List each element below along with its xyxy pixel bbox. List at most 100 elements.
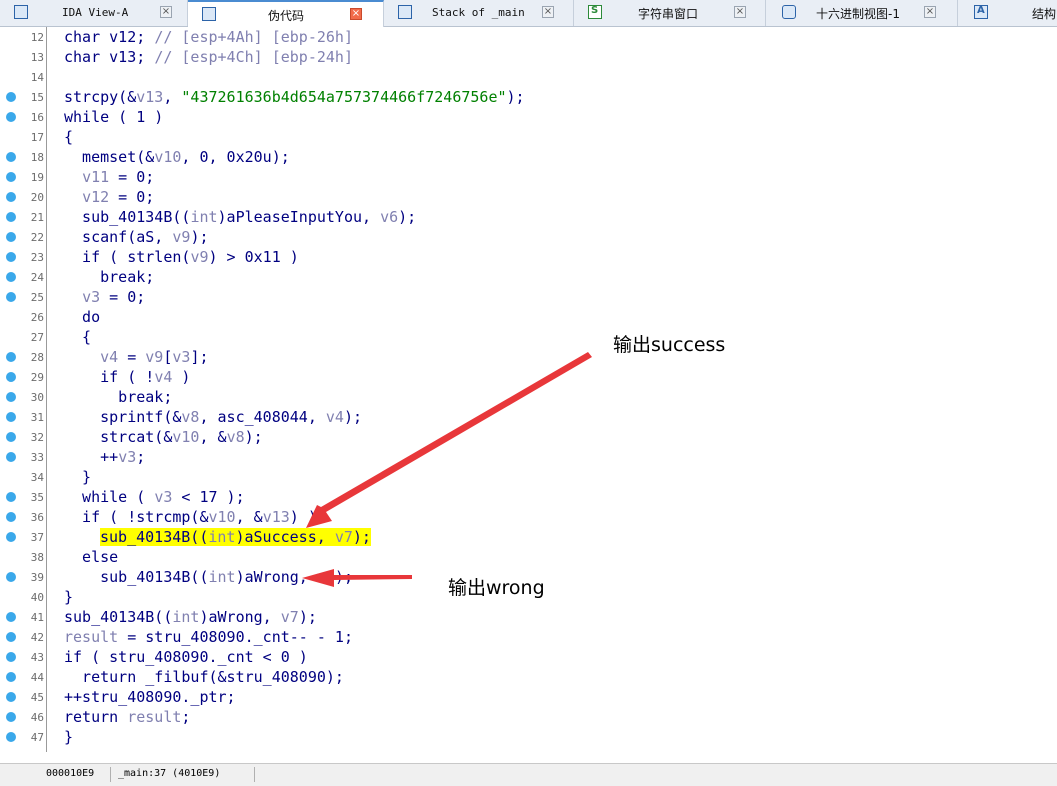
code-line[interactable]: 46 return result; (0, 707, 1057, 727)
breakpoint-marker[interactable] (6, 392, 16, 402)
code-line[interactable]: 30 break; (0, 387, 1057, 407)
code-line[interactable]: 37 sub_40134B((int)aSuccess, v7); (0, 527, 1057, 547)
line-number: 19 (30, 171, 44, 184)
code-identifier: v4 (100, 348, 119, 366)
annotation-success-label: 输出success (613, 334, 726, 356)
code-line[interactable]: 24 break; (0, 267, 1057, 287)
breakpoint-marker[interactable] (6, 652, 16, 662)
breakpoint-marker[interactable] (6, 572, 16, 582)
code-identifier: v10 (208, 508, 236, 526)
tab-pseudocode[interactable]: 伪代码 × (188, 0, 384, 27)
code-line[interactable]: 36 if ( !strcmp(&v10, &v13) ) (0, 507, 1057, 527)
pseudocode-view[interactable]: 12 char v12; // [esp+4Ah] [ebp-26h] 13 char… (0, 27, 1057, 762)
code-line[interactable]: 15 strcpy(&v13, "437261636b4d654a75737446… (0, 87, 1057, 107)
close-icon[interactable]: × (734, 6, 746, 18)
code-line[interactable]: 27 { (0, 327, 1057, 347)
code-identifier: v3 (82, 288, 101, 306)
code-line[interactable]: 44 return _filbuf(&stru_408090); (0, 667, 1057, 687)
breakpoint-marker[interactable] (6, 252, 16, 262)
code-line[interactable]: 21 sub_40134B((int)aPleaseInputYou, v6); (0, 207, 1057, 227)
code-line[interactable]: 20 v12 = 0; (0, 187, 1057, 207)
breakpoint-marker[interactable] (6, 612, 16, 622)
code-line[interactable]: 42 result = stru_408090._cnt-- - 1; (0, 627, 1057, 647)
breakpoint-marker[interactable] (6, 272, 16, 282)
code-line[interactable]: 34 } (0, 467, 1057, 487)
code-line[interactable]: 22 scanf(aS, v9); (0, 227, 1057, 247)
line-number: 35 (30, 491, 44, 504)
code-line[interactable]: 25 v3 = 0; (0, 287, 1057, 307)
breakpoint-marker[interactable] (6, 412, 16, 422)
tab-ida-view-a[interactable]: IDA View-A × (0, 0, 188, 26)
breakpoint-marker[interactable] (6, 112, 16, 122)
close-icon[interactable]: × (542, 6, 554, 18)
code-token: , & (235, 508, 263, 526)
close-icon[interactable]: × (924, 6, 936, 18)
code-line[interactable]: 41 sub_40134B((int)aWrong, v7); (0, 607, 1057, 627)
breakpoint-marker[interactable] (6, 152, 16, 162)
breakpoint-marker[interactable] (6, 692, 16, 702)
breakpoint-marker[interactable] (6, 352, 16, 362)
breakpoint-marker[interactable] (6, 512, 16, 522)
code-line[interactable]: 35 while ( v3 < 17 ); (0, 487, 1057, 507)
breakpoint-marker[interactable] (6, 192, 16, 202)
code-line[interactable]: 29 if ( !v4 ) (0, 367, 1057, 387)
close-icon[interactable]: × (160, 6, 172, 18)
breakpoint-marker[interactable] (6, 432, 16, 442)
tab-label: IDA View-A (62, 6, 129, 19)
code-line[interactable]: 18 memset(&v10, 0, 0x20u); (0, 147, 1057, 167)
breakpoint-marker[interactable] (6, 232, 16, 242)
breakpoint-marker[interactable] (6, 492, 16, 502)
code-token: ); (244, 428, 263, 446)
code-token: , & (199, 428, 227, 446)
code-line[interactable]: 38 else (0, 547, 1057, 567)
code-identifier: v3 (154, 488, 173, 506)
code-line[interactable]: 23 if ( strlen(v9) > 0x11 ) (0, 247, 1057, 267)
tab-structures[interactable]: 结构 (958, 0, 1057, 26)
tab-stack-of-main[interactable]: Stack of _main × (384, 0, 574, 26)
line-number: 15 (30, 91, 44, 104)
breakpoint-marker[interactable] (6, 212, 16, 222)
code-token: = 0; (100, 288, 146, 306)
code-line[interactable]: 13 char v13; // [esp+4Ch] [ebp-24h] (0, 47, 1057, 67)
code-line[interactable]: 17 { (0, 127, 1057, 147)
breakpoint-marker[interactable] (6, 532, 16, 542)
code-line[interactable]: 33 ++v3; (0, 447, 1057, 467)
code-token: = 0; (109, 188, 155, 206)
breakpoint-marker[interactable] (6, 672, 16, 682)
close-icon[interactable]: × (350, 8, 362, 20)
code-token: { (64, 328, 92, 346)
code-text: if ( stru_408090._cnt < 0 ) (64, 648, 308, 666)
code-line[interactable]: 45 ++stru_408090._ptr; (0, 687, 1057, 707)
code-text: sub_40134B((int)aWrong, v7); (64, 608, 317, 626)
tab-hex-view-1[interactable]: 十六进制视图-1 × (766, 0, 958, 26)
code-line[interactable]: 31 sprintf(&v8, asc_408044, v4); (0, 407, 1057, 427)
line-number: 21 (30, 211, 44, 224)
breakpoint-marker[interactable] (6, 372, 16, 382)
code-line[interactable]: 28 v4 = v9[v3]; (0, 347, 1057, 367)
breakpoint-marker[interactable] (6, 632, 16, 642)
code-line[interactable]: 26 do (0, 307, 1057, 327)
tab-label: Stack of _main (432, 6, 525, 19)
status-location: _main:37 (4010E9) (118, 768, 221, 779)
code-line[interactable]: 16 while ( 1 ) (0, 107, 1057, 127)
code-text: result = stru_408090._cnt-- - 1; (64, 628, 353, 646)
code-text: sub_40134B((int)aPleaseInputYou, v6); (64, 208, 416, 226)
breakpoint-marker[interactable] (6, 732, 16, 742)
code-line[interactable]: 12 char v12; // [esp+4Ah] [ebp-26h] (0, 27, 1057, 47)
code-line[interactable]: 47} (0, 727, 1057, 747)
breakpoint-marker[interactable] (6, 292, 16, 302)
breakpoint-marker[interactable] (6, 92, 16, 102)
code-text: sub_40134B((int)aSuccess, v7); (100, 528, 371, 546)
tab-strings-window[interactable]: 字符串窗口 × (574, 0, 766, 26)
code-text: } (64, 468, 91, 486)
breakpoint-marker[interactable] (6, 712, 16, 722)
code-line[interactable]: 32 strcat(&v10, &v8); (0, 427, 1057, 447)
breakpoint-marker[interactable] (6, 452, 16, 462)
code-line[interactable]: 43 if ( stru_408090._cnt < 0 ) (0, 647, 1057, 667)
code-text: do (64, 308, 100, 326)
code-line[interactable]: 19 v11 = 0; (0, 167, 1057, 187)
code-line[interactable]: 14 (0, 67, 1057, 87)
breakpoint-marker[interactable] (6, 172, 16, 182)
code-text: scanf(aS, v9); (64, 228, 208, 246)
